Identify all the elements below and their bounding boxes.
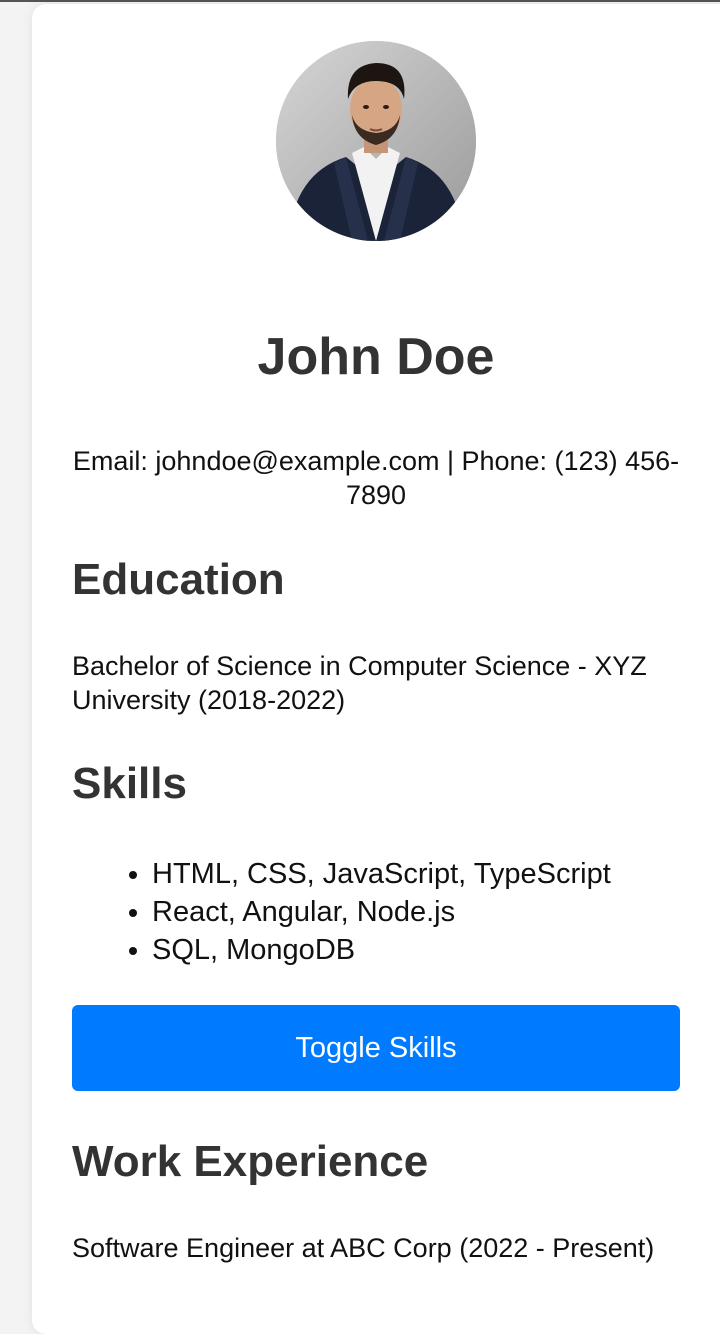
resume-card: John Doe Email: johndoe@example.com | Ph… bbox=[32, 4, 720, 1334]
work-experience-text: Software Engineer at ABC Corp (2022 - Pr… bbox=[72, 1233, 655, 1263]
skill-item: HTML, CSS, JavaScript, TypeScript bbox=[152, 855, 611, 893]
skills-heading: Skills bbox=[72, 759, 187, 808]
skill-item: SQL, MongoDB bbox=[152, 931, 611, 969]
education-heading: Education bbox=[72, 555, 285, 604]
profile-photo-illustration bbox=[276, 41, 476, 241]
education-text: Bachelor of Science in Computer Science … bbox=[72, 651, 647, 715]
contact-info: Email: johndoe@example.com | Phone: (123… bbox=[72, 446, 680, 510]
skill-item: React, Angular, Node.js bbox=[152, 893, 611, 931]
profile-name: John Doe bbox=[257, 328, 495, 386]
work-experience-heading: Work Experience bbox=[72, 1137, 429, 1186]
skills-list: HTML, CSS, JavaScript, TypeScript React,… bbox=[72, 855, 611, 969]
toggle-skills-button[interactable]: Toggle Skills bbox=[72, 1005, 680, 1091]
profile-photo bbox=[276, 41, 476, 241]
top-divider bbox=[0, 0, 720, 2]
